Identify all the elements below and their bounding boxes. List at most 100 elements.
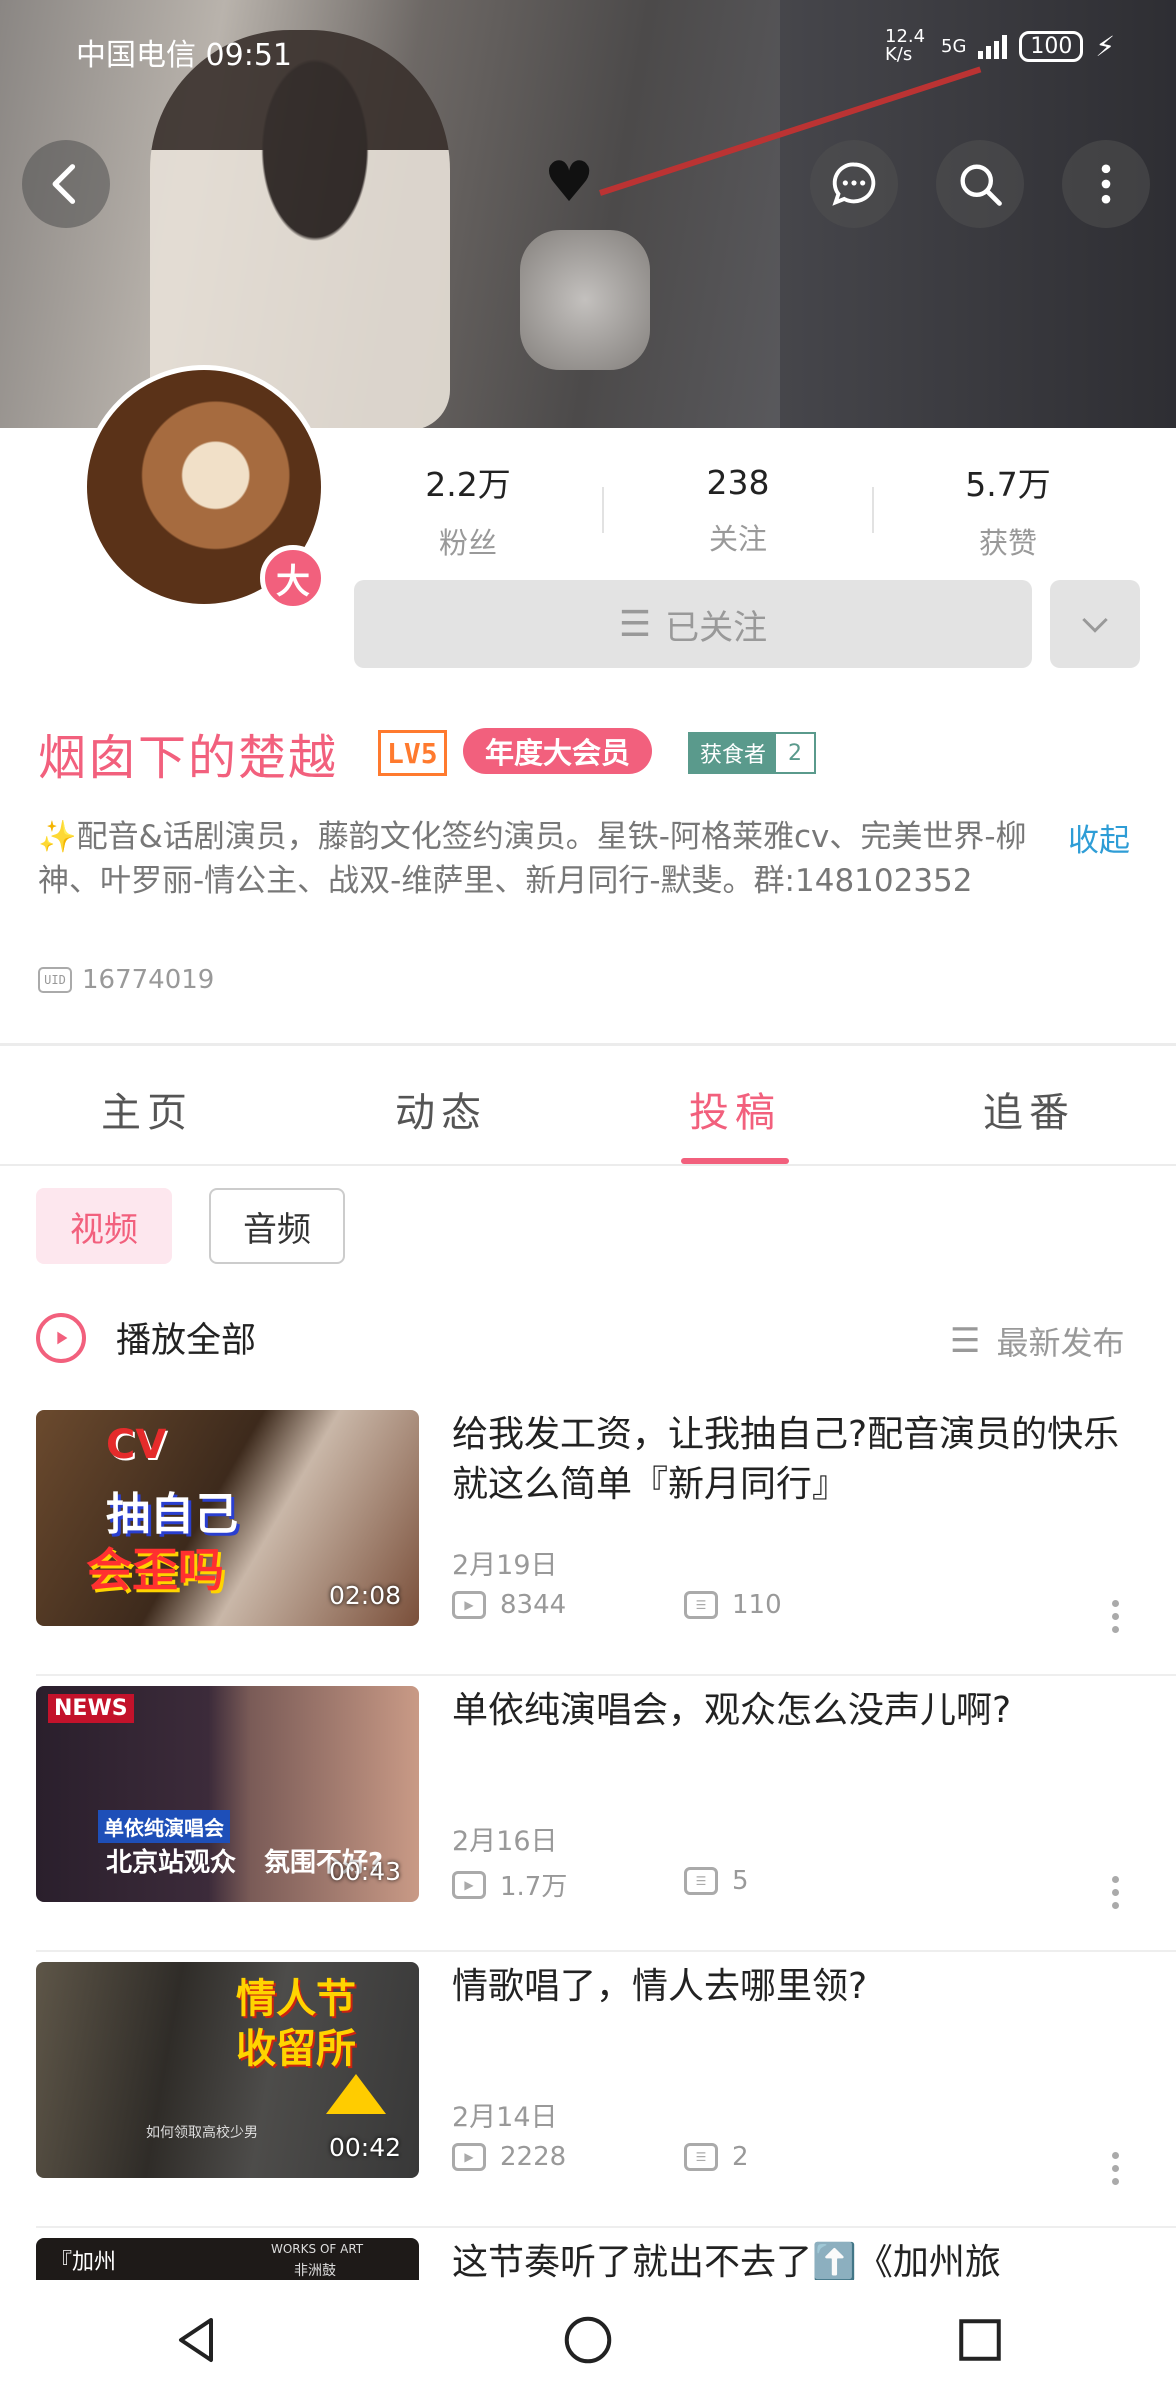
fan-medal[interactable]: 获食者 2 — [688, 732, 817, 774]
video-item[interactable]: 『加州 WORKS OF ART 非洲鼓 这节奏听了就出不去了⬆️《加州旅 — [0, 2228, 1176, 2280]
video-duration: 00:42 — [328, 2133, 401, 2162]
views-count: 1.7万 — [500, 1872, 568, 1902]
thumb-caption: CV — [106, 1422, 167, 1468]
list-icon: ☰ — [950, 1321, 981, 1361]
thumb-caption: NEWS — [48, 1694, 134, 1723]
square-recent-icon[interactable] — [950, 2310, 1010, 2370]
back-button[interactable] — [22, 140, 110, 228]
video-item[interactable]: 情人节 收留所 如何领取高校少男 00:42 情歌唱了，情人去哪里领? 2月14… — [0, 1952, 1176, 2228]
play-all-button[interactable]: 播放全部 — [36, 1312, 256, 1363]
video-thumbnail[interactable]: 情人节 收留所 如何领取高校少男 00:42 — [36, 1962, 419, 2178]
system-nav-bar — [0, 2280, 1176, 2400]
video-date: 2月16日 — [452, 1826, 558, 1857]
follow-button[interactable]: ☰ 已关注 — [354, 580, 1032, 668]
triangle-back-icon[interactable] — [166, 2310, 226, 2370]
stat-following[interactable]: 238 关注 — [618, 463, 858, 558]
comment-count-icon: ☰ — [684, 1591, 718, 1619]
filter-video[interactable]: 视频 — [36, 1188, 172, 1264]
sort-button[interactable]: ☰ 最新发布 — [950, 1318, 1125, 1364]
chat-bubble-icon — [832, 162, 876, 206]
tab-bangumi[interactable]: 追番 — [882, 1080, 1176, 1138]
filter-audio[interactable]: 音频 — [209, 1188, 345, 1264]
stat-likes-value: 5.7万 — [965, 465, 1051, 504]
video-duration: 00:43 — [328, 1857, 401, 1886]
thumb-caption: 如何领取高校少男 — [146, 2125, 258, 2141]
comments-count: 110 — [732, 1590, 782, 1620]
status-carrier: 中国电信 09:51 — [76, 38, 293, 73]
more-vertical-icon[interactable] — [1112, 1876, 1120, 1909]
search-icon — [960, 164, 1002, 206]
tab-dynamics[interactable]: 动态 — [294, 1080, 588, 1138]
play-all-label: 播放全部 — [116, 1321, 257, 1361]
user-name: 烟囱下的楚越 — [38, 730, 339, 786]
comments-count: 2 — [732, 2142, 749, 2172]
views-count: 2228 — [500, 2142, 567, 2172]
heart-icon: ♥ — [544, 150, 595, 215]
comment-count-icon: ☰ — [684, 2143, 718, 2171]
uid-row: UID 16774019 — [38, 965, 214, 995]
follow-button-label: 已关注 — [665, 607, 768, 648]
tab-home[interactable]: 主页 — [0, 1080, 294, 1138]
views-count: 8344 — [500, 1590, 567, 1620]
thumb-caption: WORKS OF ART — [271, 2242, 364, 2256]
video-date: 2月14日 — [452, 2102, 558, 2133]
signal-icon — [978, 33, 1008, 59]
video-thumbnail[interactable]: NEWS 单依纯演唱会 北京站观众 氛围不好? 00:43 — [36, 1686, 419, 1902]
stat-following-label: 关注 — [708, 521, 767, 556]
thumb-caption: 收留所 — [236, 2026, 356, 2072]
circle-home-icon[interactable] — [558, 2310, 618, 2370]
profile-stats: 2.2万 粉丝 238 关注 5.7万 获赞 — [348, 458, 1128, 562]
more-vertical-icon[interactable] — [1112, 2152, 1120, 2185]
message-button[interactable] — [810, 140, 898, 228]
menu-icon: ☰ — [618, 603, 652, 645]
more-button[interactable] — [1062, 140, 1150, 228]
banner-photo-microphone — [520, 230, 650, 370]
play-count-icon: ▶ — [452, 1870, 486, 1899]
video-views: ▶ 1.7万 — [452, 1866, 567, 1903]
search-button[interactable] — [936, 140, 1024, 228]
comments-count: 5 — [732, 1866, 749, 1896]
video-title[interactable]: 给我发工资，让我抽自己?配音演员的快乐就这么简单『新月同行』 — [452, 1410, 1142, 1510]
uid-icon: UID — [38, 967, 72, 993]
thumb-caption: 北京站观众 — [106, 1848, 237, 1878]
thumb-caption: 『加州 — [50, 2250, 117, 2275]
video-views: ▶ 8344 — [452, 1590, 566, 1620]
video-thumbnail[interactable]: CV 抽自己 会歪吗 02:08 — [36, 1410, 419, 1626]
vip-badge[interactable]: 年度大会员 — [463, 728, 653, 774]
thumb-caption: 抽自己 — [106, 1489, 238, 1540]
status-time: 09:51 — [205, 38, 293, 73]
chevron-down-icon — [1082, 617, 1108, 633]
more-vertical-icon — [1101, 164, 1111, 204]
play-circle-icon — [36, 1312, 86, 1363]
arrow-up-icon — [326, 2074, 386, 2114]
video-views: ▶ 2228 — [452, 2142, 566, 2172]
comment-count-icon: ☰ — [684, 1867, 718, 1895]
chevron-left-icon — [52, 164, 76, 204]
tab-uploads[interactable]: 投稿 — [588, 1080, 882, 1138]
thumb-caption: 非洲鼓 — [294, 2263, 336, 2279]
sort-label: 最新发布 — [996, 1324, 1125, 1362]
avatar-badge: 大 — [260, 545, 326, 611]
video-title[interactable]: 这节奏听了就出不去了⬆️《加州旅 — [452, 2238, 1142, 2280]
play-count-icon: ▶ — [452, 2143, 486, 2171]
video-duration: 02:08 — [328, 1581, 401, 1610]
video-thumbnail[interactable]: 『加州 WORKS OF ART 非洲鼓 — [36, 2238, 419, 2280]
video-title[interactable]: 单依纯演唱会，观众怎么没声儿啊? — [452, 1686, 1142, 1736]
medal-level: 2 — [776, 734, 815, 772]
stat-fans[interactable]: 2.2万 粉丝 — [348, 458, 588, 562]
video-item[interactable]: CV 抽自己 会歪吗 02:08 给我发工资，让我抽自己?配音演员的快乐就这么简… — [0, 1400, 1176, 1676]
medal-name: 获食者 — [690, 734, 777, 772]
video-comments: ☰ 110 — [684, 1590, 782, 1620]
video-comments: ☰ 5 — [684, 1866, 749, 1896]
follow-dropdown-button[interactable] — [1050, 580, 1140, 668]
network-type: 5G — [941, 35, 967, 57]
charging-icon: ⚡ — [1095, 29, 1116, 63]
video-title[interactable]: 情歌唱了，情人去哪里领? — [452, 1962, 1142, 2012]
stat-fans-value: 2.2万 — [425, 465, 511, 504]
more-vertical-icon[interactable] — [1112, 1600, 1120, 1633]
stat-likes-label: 获赞 — [978, 526, 1037, 560]
stat-likes: 5.7万 获赞 — [888, 458, 1128, 562]
play-count-icon: ▶ — [452, 1591, 486, 1619]
video-item[interactable]: NEWS 单依纯演唱会 北京站观众 氛围不好? 00:43 单依纯演唱会，观众怎… — [0, 1676, 1176, 1952]
collapse-link[interactable]: 收起 — [1068, 815, 1130, 860]
